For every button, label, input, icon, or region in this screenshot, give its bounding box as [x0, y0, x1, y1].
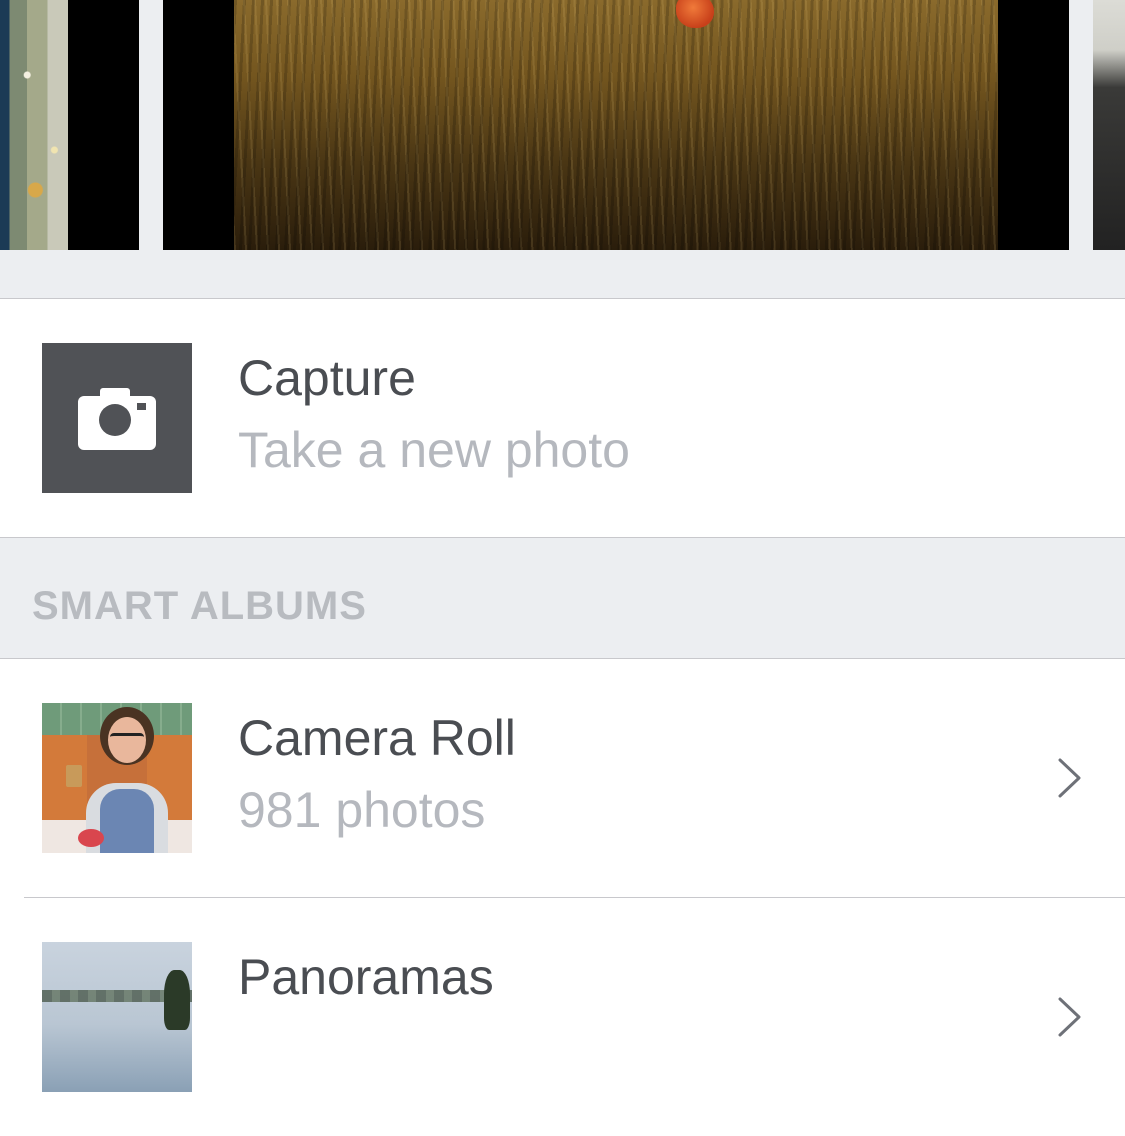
album-thumbnail — [42, 942, 192, 1092]
capture-row[interactable]: Capture Take a new photo — [0, 299, 1125, 537]
camera-icon — [78, 388, 156, 450]
recent-photo-3[interactable] — [1093, 0, 1125, 250]
capture-subtitle: Take a new photo — [238, 422, 630, 478]
camera-tile — [42, 343, 192, 493]
poppy-flower — [676, 0, 714, 28]
album-row-camera-roll[interactable]: Camera Roll 981 photos — [0, 659, 1125, 897]
album-title: Panoramas — [238, 949, 494, 1005]
recent-photo-1[interactable] — [0, 0, 139, 250]
album-count: 981 photos — [238, 782, 486, 838]
recent-photos-strip[interactable] — [0, 0, 1125, 299]
section-title: SMART ALBUMS — [32, 584, 367, 628]
recent-photo-1-image — [0, 0, 68, 250]
recent-photo-2[interactable] — [163, 0, 1069, 250]
recent-photo-2-image — [234, 0, 998, 250]
capture-title: Capture — [238, 350, 416, 406]
chevron-right-icon — [1058, 758, 1081, 798]
album-thumbnail — [42, 703, 192, 853]
album-row-panoramas[interactable]: Panoramas — [0, 898, 1125, 1136]
recent-photo-3-image — [1093, 0, 1125, 250]
album-title: Camera Roll — [238, 710, 516, 766]
chevron-right-icon — [1058, 997, 1081, 1037]
